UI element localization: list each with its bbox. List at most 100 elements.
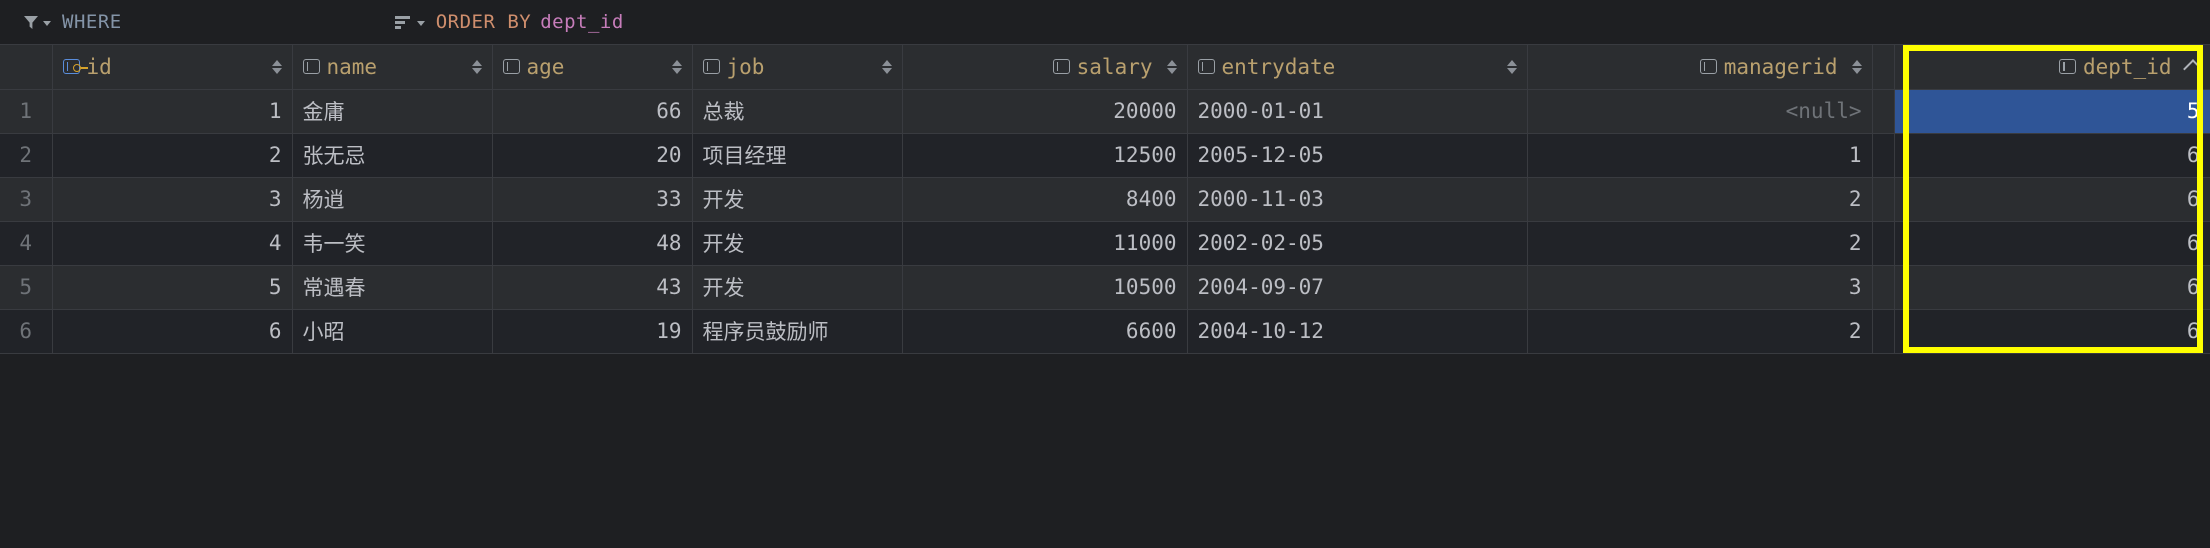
column-header-label: id bbox=[86, 54, 112, 79]
column-header-job[interactable]: job bbox=[692, 45, 903, 90]
cell-entrydate[interactable]: 2004-10-12 bbox=[1187, 309, 1528, 354]
column-icon bbox=[702, 59, 720, 75]
column-header-entrydate[interactable]: entrydate bbox=[1187, 45, 1528, 90]
cell-job[interactable]: 开发 bbox=[692, 221, 903, 266]
cell-age[interactable]: 19 bbox=[492, 309, 693, 354]
cell-salary[interactable]: 10500 bbox=[902, 265, 1188, 310]
cell-id[interactable]: 4 bbox=[52, 221, 293, 266]
cell-managerid[interactable]: 2 bbox=[1527, 177, 1873, 222]
cell-managerid[interactable]: 1 bbox=[1527, 133, 1873, 178]
column-header-label: dept_id bbox=[2082, 54, 2172, 79]
cell-name[interactable]: 金庸 bbox=[292, 89, 493, 134]
cell-salary[interactable]: 6600 bbox=[902, 309, 1188, 354]
cell-dept-id[interactable]: 6 bbox=[1894, 265, 2210, 310]
sort-toggle-entrydate[interactable] bbox=[1506, 59, 1517, 74]
query-toolbar: WHERE ORDER BY dept_id bbox=[0, 0, 2210, 44]
cell-job[interactable]: 项目经理 bbox=[692, 133, 903, 178]
sort-descending-icon bbox=[271, 67, 282, 74]
column-icon bbox=[2058, 59, 2076, 75]
cell-dept-id[interactable]: 5 bbox=[1894, 89, 2210, 134]
cell-entrydate[interactable]: 2004-09-07 bbox=[1187, 265, 1528, 310]
where-clause-segment: WHERE bbox=[22, 0, 122, 44]
column-header-label: name bbox=[326, 54, 378, 79]
cell-salary[interactable]: 8400 bbox=[902, 177, 1188, 222]
cell-name[interactable]: 小昭 bbox=[292, 309, 493, 354]
table-row[interactable]: 4 4 韦一笑 48 开发 11000 2002-02-05 2 6 bbox=[0, 221, 2210, 266]
column-header-name[interactable]: name bbox=[292, 45, 493, 90]
result-grid-container: id name age job salary entrydate manager… bbox=[0, 44, 2210, 548]
cell-dept-id[interactable]: 6 bbox=[1894, 177, 2210, 222]
sort-descending-icon bbox=[471, 67, 482, 74]
cell-salary[interactable]: 20000 bbox=[902, 89, 1188, 134]
cell-job[interactable]: 程序员鼓励师 bbox=[692, 309, 903, 354]
cell-managerid[interactable]: <null> bbox=[1527, 89, 1873, 134]
key-icon bbox=[72, 64, 88, 73]
sort-descending-icon bbox=[1166, 67, 1177, 74]
row-number: 5 bbox=[0, 265, 53, 310]
cell-spacer bbox=[1872, 89, 1895, 134]
row-number-header bbox=[0, 45, 53, 90]
sort-toggle-id[interactable] bbox=[271, 59, 282, 74]
sort-descending-icon bbox=[1851, 67, 1862, 74]
cell-age[interactable]: 43 bbox=[492, 265, 693, 310]
cell-id[interactable]: 6 bbox=[52, 309, 293, 354]
sort-ascending-icon bbox=[1851, 59, 1862, 66]
cell-salary[interactable]: 11000 bbox=[902, 221, 1188, 266]
column-header-age[interactable]: age bbox=[492, 45, 693, 90]
cell-spacer bbox=[1872, 177, 1895, 222]
column-header-label: salary bbox=[1076, 54, 1153, 79]
column-header-dept-id[interactable]: dept_id bbox=[1894, 45, 2210, 90]
cell-id[interactable]: 2 bbox=[52, 133, 293, 178]
sort-ascending-icon[interactable] bbox=[2182, 59, 2203, 80]
cell-id[interactable]: 5 bbox=[52, 265, 293, 310]
table-row[interactable]: 5 5 常遇春 43 开发 10500 2004-09-07 3 6 bbox=[0, 265, 2210, 310]
sort-icon[interactable] bbox=[394, 13, 425, 31]
cell-entrydate[interactable]: 2000-11-03 bbox=[1187, 177, 1528, 222]
row-number: 6 bbox=[0, 309, 53, 354]
cell-managerid[interactable]: 3 bbox=[1527, 265, 1873, 310]
sort-ascending-icon bbox=[471, 59, 482, 66]
cell-age[interactable]: 66 bbox=[492, 89, 693, 134]
column-header-salary[interactable]: salary bbox=[902, 45, 1188, 90]
sort-toggle-managerid[interactable] bbox=[1851, 59, 1862, 74]
cell-salary[interactable]: 12500 bbox=[902, 133, 1188, 178]
cell-job[interactable]: 总裁 bbox=[692, 89, 903, 134]
cell-spacer bbox=[1872, 309, 1895, 354]
cell-managerid[interactable]: 2 bbox=[1527, 309, 1873, 354]
grid-body: 1 1 金庸 66 总裁 20000 2000-01-01 <null> 5 2… bbox=[0, 89, 2210, 354]
cell-id[interactable]: 1 bbox=[52, 89, 293, 134]
filter-icon[interactable] bbox=[22, 13, 51, 31]
cell-entrydate[interactable]: 2000-01-01 bbox=[1187, 89, 1528, 134]
sort-toggle-job[interactable] bbox=[881, 59, 892, 74]
cell-name[interactable]: 常遇春 bbox=[292, 265, 493, 310]
cell-age[interactable]: 48 bbox=[492, 221, 693, 266]
column-header-id[interactable]: id bbox=[52, 45, 293, 90]
column-icon bbox=[1699, 59, 1717, 75]
column-header-managerid[interactable]: managerid bbox=[1527, 45, 1873, 90]
cell-dept-id[interactable]: 6 bbox=[1894, 309, 2210, 354]
sort-toggle-age[interactable] bbox=[671, 59, 682, 74]
cell-dept-id[interactable]: 6 bbox=[1894, 133, 2210, 178]
cell-managerid[interactable]: 2 bbox=[1527, 221, 1873, 266]
cell-name[interactable]: 杨逍 bbox=[292, 177, 493, 222]
cell-job[interactable]: 开发 bbox=[692, 177, 903, 222]
cell-age[interactable]: 33 bbox=[492, 177, 693, 222]
cell-age[interactable]: 20 bbox=[492, 133, 693, 178]
cell-job[interactable]: 开发 bbox=[692, 265, 903, 310]
sort-descending-icon bbox=[881, 67, 892, 74]
table-row[interactable]: 6 6 小昭 19 程序员鼓励师 6600 2004-10-12 2 6 bbox=[0, 309, 2210, 354]
table-row[interactable]: 3 3 杨逍 33 开发 8400 2000-11-03 2 6 bbox=[0, 177, 2210, 222]
cell-entrydate[interactable]: 2002-02-05 bbox=[1187, 221, 1528, 266]
column-header-label: entrydate bbox=[1221, 54, 1336, 79]
sort-toggle-salary[interactable] bbox=[1166, 59, 1177, 74]
sort-descending-icon bbox=[671, 67, 682, 74]
sort-toggle-name[interactable] bbox=[471, 59, 482, 74]
cell-name[interactable]: 张无忌 bbox=[292, 133, 493, 178]
table-row[interactable]: 2 2 张无忌 20 项目经理 12500 2005-12-05 1 6 bbox=[0, 133, 2210, 178]
column-spacer bbox=[1872, 45, 1895, 90]
cell-entrydate[interactable]: 2005-12-05 bbox=[1187, 133, 1528, 178]
cell-id[interactable]: 3 bbox=[52, 177, 293, 222]
table-row[interactable]: 1 1 金庸 66 总裁 20000 2000-01-01 <null> 5 bbox=[0, 89, 2210, 134]
cell-name[interactable]: 韦一笑 bbox=[292, 221, 493, 266]
cell-dept-id[interactable]: 6 bbox=[1894, 221, 2210, 266]
